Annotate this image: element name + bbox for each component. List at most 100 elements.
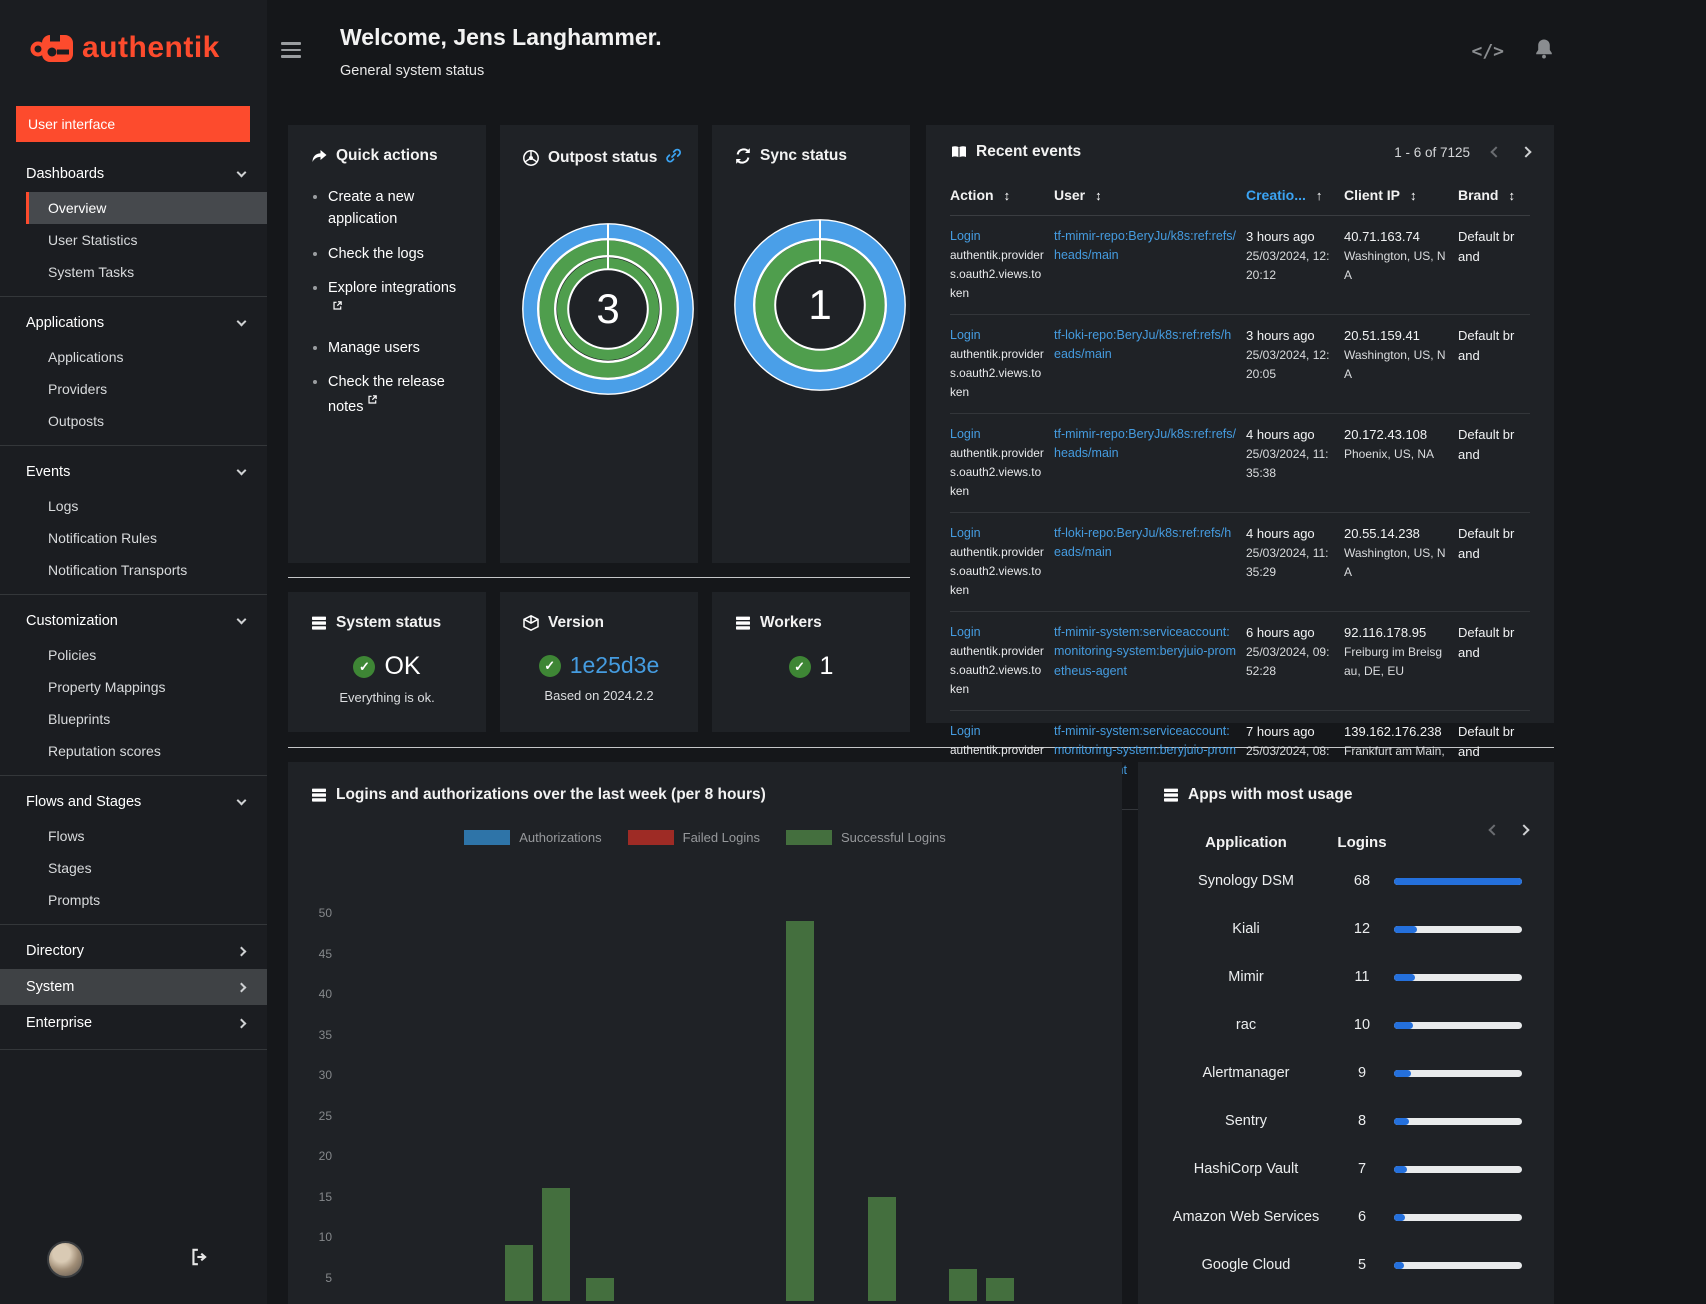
event-client-ip: 139.162.176.238: [1344, 724, 1442, 739]
app-name: Synology DSM: [1198, 872, 1294, 889]
event-client-ip: 40.71.163.74: [1344, 229, 1420, 244]
app-login-count: 8: [1357, 1113, 1367, 1129]
workers-value: 1: [819, 652, 834, 680]
sign-out-icon[interactable]: [189, 1247, 209, 1272]
sidebar-item-system[interactable]: System: [0, 969, 267, 1005]
event-user-link[interactable]: tf-mimir-repo:BeryJu/k8s:ref:refs/heads/…: [1054, 427, 1236, 460]
chart-bar: [986, 1277, 1014, 1301]
event-user-link[interactable]: tf-mimir-repo:BeryJu/k8s:ref:refs/heads/…: [1054, 229, 1236, 262]
legend-item-successful-logins[interactable]: Successful Logins: [785, 830, 946, 845]
event-user-link[interactable]: tf-loki-repo:BeryJu/k8s:ref:refs/heads/m…: [1054, 526, 1231, 559]
event-geo: Freiburg im Breisgau, DE, EU: [1344, 645, 1443, 678]
api-code-icon[interactable]: </>: [1471, 41, 1504, 62]
column-header-brand[interactable]: Brand ↕: [1458, 187, 1530, 203]
sidebar-item-policies[interactable]: Policies: [0, 639, 267, 671]
previous-page-icon[interactable]: [1490, 146, 1502, 158]
event-client-ip: 20.172.43.108: [1344, 427, 1428, 442]
version-link[interactable]: 1e25d3e: [570, 652, 660, 679]
quick-action-explore-integrations[interactable]: Explore integrations: [328, 280, 456, 296]
sidebar-item-directory[interactable]: Directory: [0, 933, 267, 969]
legend-item-authorizations[interactable]: Authorizations: [464, 830, 602, 845]
sort-icon: ↕: [1095, 187, 1102, 203]
event-user-link[interactable]: tf-loki-repo:BeryJu/k8s:ref:refs/heads/m…: [1054, 328, 1231, 361]
sidebar-item-stages[interactable]: Stages: [0, 852, 267, 884]
sidebar-item-flows[interactable]: Flows: [0, 820, 267, 852]
legend-item-failed-logins[interactable]: Failed Logins: [627, 830, 760, 845]
quick-action-create-application[interactable]: Create a new application: [328, 189, 414, 227]
app-name: Sentry: [1225, 1112, 1267, 1129]
sidebar-item-outposts[interactable]: Outposts: [0, 405, 267, 437]
y-axis-tick: 30: [318, 1068, 332, 1082]
table-row: Mimir 11: [1162, 953, 1530, 1001]
column-header-action[interactable]: Action ↕: [950, 187, 1054, 203]
column-header-client-ip[interactable]: Client IP ↕: [1344, 187, 1458, 203]
divider: [0, 1049, 267, 1050]
book-icon: [952, 146, 966, 158]
event-brand: Default brand: [1458, 229, 1515, 265]
sidebar-section-events[interactable]: Events: [0, 454, 267, 490]
sidebar-item-enterprise[interactable]: Enterprise: [0, 1005, 267, 1041]
sidebar: authentik User interface Dashboards Over…: [0, 0, 267, 1304]
column-header-user[interactable]: User ↕: [1054, 187, 1246, 203]
app-usage-bar: [1394, 1213, 1522, 1221]
apps-usage-panel: Apps with most usage Application Logins …: [1138, 762, 1554, 1304]
sidebar-section-customization[interactable]: Customization: [0, 603, 267, 639]
quick-actions-card: Quick actions Create a new application C…: [288, 125, 486, 563]
sidebar-section-dashboards[interactable]: Dashboards: [0, 156, 267, 192]
event-user-link[interactable]: tf-mimir-system:serviceaccount:monitorin…: [1054, 625, 1236, 678]
apps-usage-title: Apps with most usage: [1188, 786, 1353, 803]
app-login-count: 68: [1353, 873, 1371, 889]
sidebar-item-overview[interactable]: Overview: [26, 192, 267, 224]
sidebar-item-providers[interactable]: Providers: [0, 373, 267, 405]
version-title: Version: [548, 614, 604, 631]
apps-table-body: Synology DSM 68 Kiali 12 Mimir 11 rac 10 Alertma…: [1162, 857, 1530, 1289]
system-status-title: System status: [336, 614, 442, 631]
outpost-link-icon[interactable]: [665, 147, 682, 169]
sidebar-section-flows-and-stages[interactable]: Flows and Stages: [0, 784, 267, 820]
workers-card: Workers ✓ 1: [712, 592, 910, 732]
event-brand: Default brand: [1458, 526, 1515, 562]
app-name: Kiali: [1232, 920, 1260, 937]
event-action-link[interactable]: Login: [950, 724, 981, 738]
app-usage-bar: [1394, 1069, 1522, 1077]
quick-action-check-logs[interactable]: Check the logs: [328, 246, 424, 262]
chevron-down-icon: [236, 316, 247, 327]
event-action-link[interactable]: Login: [950, 427, 981, 441]
sidebar-item-logs[interactable]: Logs: [0, 490, 267, 522]
share-arrow-icon: [312, 150, 327, 162]
bell-icon[interactable]: [1534, 38, 1554, 65]
quick-action-manage-users[interactable]: Manage users: [328, 340, 420, 356]
sidebar-item-notification-transports[interactable]: Notification Transports: [0, 554, 267, 586]
app-name: Google Cloud: [1201, 1256, 1291, 1273]
event-action-link[interactable]: Login: [950, 328, 981, 342]
event-context: authentik.providers.oauth2.views.token: [950, 644, 1044, 697]
quick-action-release-notes[interactable]: Check the release notes: [328, 374, 445, 415]
event-context: authentik.providers.oauth2.views.token: [950, 545, 1044, 598]
next-page-icon[interactable]: [1520, 146, 1532, 158]
table-row: Synology DSM 68: [1162, 857, 1530, 905]
sidebar-item-system-tasks[interactable]: System Tasks: [0, 256, 267, 288]
quick-actions-list: Create a new application Check the logs …: [328, 187, 464, 419]
user-interface-button[interactable]: User interface: [16, 106, 250, 142]
sidebar-section-applications[interactable]: Applications: [0, 305, 267, 341]
sidebar-item-notification-rules[interactable]: Notification Rules: [0, 522, 267, 554]
event-action-link[interactable]: Login: [950, 229, 981, 243]
sidebar-item-reputation-scores[interactable]: Reputation scores: [0, 735, 267, 767]
pagination-label: 1 - 6 of 7125: [1394, 144, 1470, 160]
sidebar-item-blueprints[interactable]: Blueprints: [0, 703, 267, 735]
sidebar-item-applications[interactable]: Applications: [0, 341, 267, 373]
y-axis-tick: 45: [318, 946, 332, 961]
event-action-link[interactable]: Login: [950, 526, 981, 540]
sidebar-item-property-mappings[interactable]: Property Mappings: [0, 671, 267, 703]
table-row: HashiCorp Vault 7: [1162, 1145, 1530, 1193]
sidebar-item-user-statistics[interactable]: User Statistics: [0, 224, 267, 256]
user-avatar[interactable]: [47, 1241, 84, 1278]
event-action-link[interactable]: Login: [950, 625, 981, 639]
menu-icon[interactable]: [281, 42, 301, 62]
table-row: Alertmanager 9: [1162, 1049, 1530, 1097]
page-subtitle: General system status: [340, 63, 485, 79]
chart-legend: Authorizations Failed Logins Successful …: [310, 830, 1100, 845]
sidebar-item-prompts[interactable]: Prompts: [0, 884, 267, 916]
column-header-creation[interactable]: Creatio... ↑: [1246, 187, 1344, 203]
table-row: Login authentik.providers.oauth2.views.to…: [950, 216, 1530, 315]
